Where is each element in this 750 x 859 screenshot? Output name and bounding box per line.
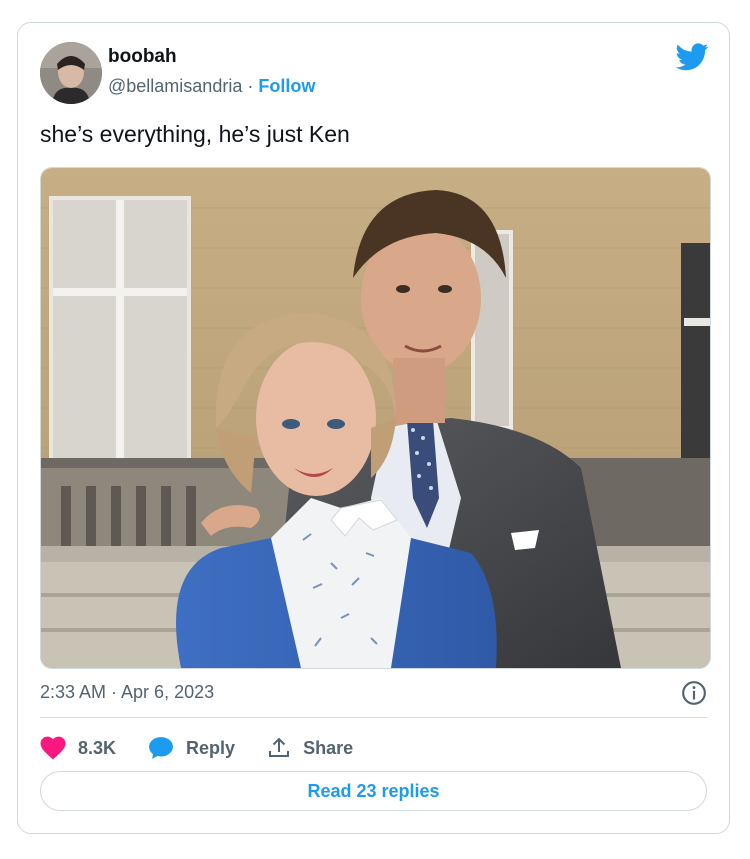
- display-name[interactable]: boobah: [108, 46, 177, 68]
- tweet-timestamp[interactable]: 2:33 AM · Apr 6, 2023: [40, 682, 214, 703]
- reply-label: Reply: [186, 737, 236, 758]
- action-bar: 8.3K Reply Share: [40, 733, 385, 763]
- reply-button[interactable]: Reply: [148, 736, 235, 760]
- follow-link[interactable]: Follow: [258, 76, 315, 96]
- divider: [40, 717, 707, 718]
- separator-dot: ·: [247, 76, 254, 96]
- tweet-text: she’s everything, he’s just Ken: [40, 121, 350, 147]
- user-handle[interactable]: @bellamisandria: [108, 76, 242, 96]
- share-upload-icon: [269, 737, 290, 757]
- tweet-card: boobah @bellamisandria · Follow she’s ev…: [17, 22, 730, 834]
- handle-row: @bellamisandria · Follow: [108, 76, 315, 97]
- tweet-photo[interactable]: [40, 167, 711, 669]
- like-count: 8.3K: [78, 737, 117, 758]
- speech-bubble-icon: [149, 737, 173, 759]
- avatar[interactable]: [40, 42, 102, 104]
- heart-icon: [40, 736, 66, 760]
- share-label: Share: [303, 737, 354, 758]
- twitter-bird-icon[interactable]: [676, 43, 709, 71]
- read-replies-button[interactable]: Read 23 replies: [40, 771, 707, 811]
- info-icon[interactable]: [681, 680, 707, 706]
- like-button[interactable]: 8.3K: [40, 736, 116, 760]
- share-button[interactable]: Share: [267, 736, 353, 760]
